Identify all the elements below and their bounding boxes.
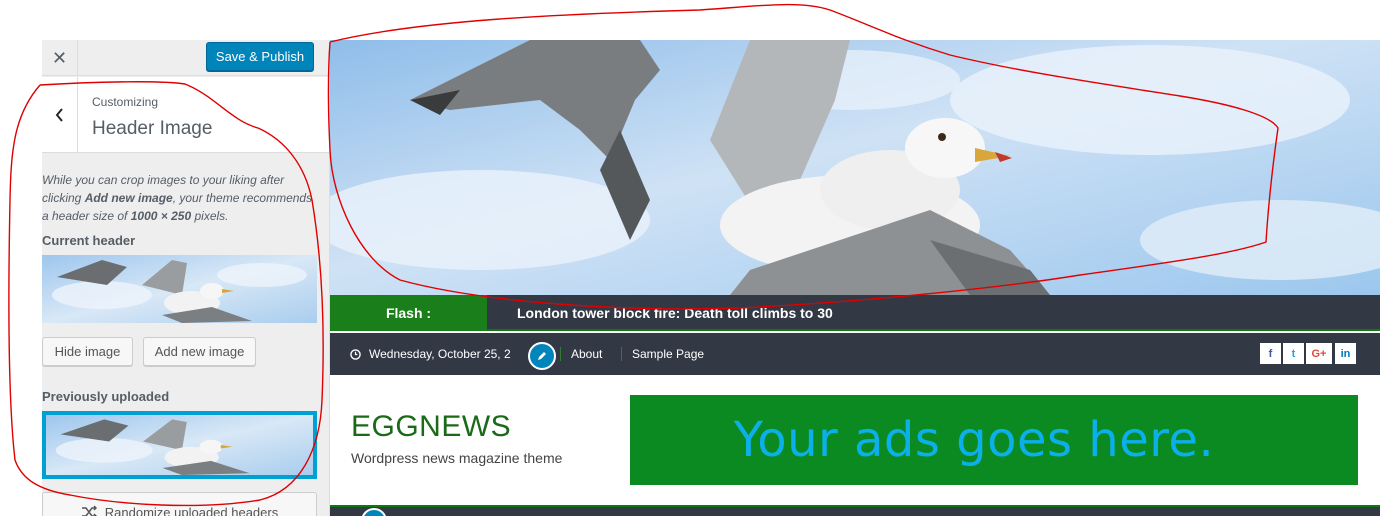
section-title: Header Image	[92, 118, 213, 139]
save-publish-button[interactable]: Save & Publish	[206, 42, 314, 71]
shuffle-icon	[81, 505, 97, 516]
edit-shortcut-icon[interactable]	[528, 342, 556, 370]
header-image	[330, 40, 1380, 295]
pencil-icon	[538, 352, 546, 360]
facebook-glyph: f	[1268, 347, 1273, 360]
current-date: Wednesday, October 25, 2	[350, 333, 511, 375]
linkedin-icon[interactable]: in	[1335, 343, 1356, 364]
ad-banner[interactable]: Your ads goes here.	[630, 395, 1358, 485]
chevron-left-icon	[55, 108, 63, 122]
flash-label: Flash :	[330, 295, 487, 331]
ad-text: Your ads goes here.	[733, 412, 1215, 468]
current-header-label: Current header	[42, 233, 136, 248]
header-size-description: While you can crop images to your liking…	[42, 173, 313, 223]
hide-image-button[interactable]: Hide image	[42, 337, 133, 366]
google-plus-icon[interactable]: G+	[1306, 343, 1332, 364]
current-header-thumbnail	[42, 255, 317, 323]
date-text: Wednesday, October 25, 2	[369, 347, 511, 361]
flash-headline-link[interactable]: London tower block fire: Death toll clim…	[517, 295, 833, 331]
breadcrumb: Customizing	[92, 95, 159, 109]
top-navigation-bar: Wednesday, October 25, 2 About Sample Pa…	[330, 333, 1380, 375]
seagull-thumbnail-image	[42, 255, 317, 323]
twitter-icon[interactable]: t	[1283, 343, 1304, 364]
seagull-header-image	[330, 40, 1380, 295]
twitter-glyph: t	[1291, 347, 1296, 360]
close-icon[interactable]: ✕	[42, 40, 78, 76]
previously-uploaded-header[interactable]	[42, 411, 317, 479]
site-preview: Flash : London tower block fire: Death t…	[330, 40, 1381, 516]
google-plus-glyph: G+	[1311, 347, 1327, 360]
facebook-icon[interactable]: f	[1260, 343, 1281, 364]
customizer-page: ✕ Save & Publish Customizing Header Imag…	[0, 0, 1381, 516]
nav-separator	[560, 347, 561, 361]
customizer-topbar: ✕ Save & Publish	[42, 40, 329, 76]
nav-link-sample-page[interactable]: Sample Page	[632, 333, 704, 375]
section-header: Customizing Header Image	[42, 77, 329, 153]
edit-shortcut-icon[interactable]	[361, 508, 387, 516]
site-title[interactable]: EGGNEWS	[351, 410, 511, 444]
linkedin-glyph: in	[1340, 347, 1351, 360]
nav-link-about[interactable]: About	[571, 333, 602, 375]
randomize-headers-button[interactable]: Randomize uploaded headers	[42, 492, 317, 516]
add-new-image-button[interactable]: Add new image	[143, 337, 256, 366]
flash-news-bar: Flash : London tower block fire: Death t…	[330, 295, 1380, 331]
previously-uploaded-label: Previously uploaded	[42, 389, 170, 404]
nav-separator	[621, 347, 622, 361]
back-button[interactable]	[42, 77, 78, 153]
seagull-uploaded-image	[46, 415, 313, 475]
customizer-sidebar: ✕ Save & Publish Customizing Header Imag…	[42, 40, 330, 516]
site-tagline: Wordpress news magazine theme	[351, 450, 563, 466]
randomize-label: Randomize uploaded headers	[104, 504, 279, 516]
clock-icon	[350, 348, 361, 360]
main-navigation-bar	[330, 505, 1380, 516]
